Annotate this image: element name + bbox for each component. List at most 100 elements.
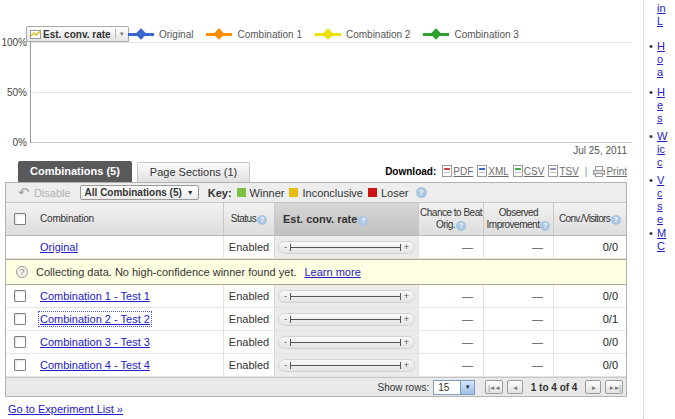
- conv-visitors-cell: 0/0: [553, 354, 626, 376]
- sidebar-link-fragment[interactable]: • H o a: [648, 40, 665, 79]
- est-conv-rate-cell: -+: [274, 236, 418, 258]
- help-icon[interactable]: ?: [416, 187, 427, 198]
- legend-marker: [206, 30, 232, 39]
- checkbox-cell: [6, 285, 34, 307]
- learn-more-link[interactable]: Learn more: [305, 266, 361, 278]
- legend-marker: [423, 30, 449, 39]
- y-axis-tick-0: 0%: [0, 137, 27, 148]
- download-print[interactable]: Print: [593, 166, 627, 177]
- header-conv-visitors: Conv./Visitors?: [553, 203, 626, 235]
- chance-cell: —: [418, 236, 483, 258]
- row-checkbox[interactable]: [14, 290, 26, 302]
- chart-icon: [30, 30, 41, 39]
- undo-icon[interactable]: ↶: [18, 187, 29, 199]
- disable-button[interactable]: Disable: [34, 187, 71, 199]
- pager-first-button[interactable]: |◄◄: [485, 380, 503, 394]
- show-rows-select[interactable]: 15 ▼: [433, 380, 475, 395]
- conv-rate-range-widget[interactable]: -+: [278, 241, 415, 254]
- print-icon: [593, 166, 605, 177]
- winner-swatch: [237, 188, 246, 197]
- observed-cell: —: [483, 236, 553, 258]
- sidebar-divider: [643, 0, 644, 419]
- legend-marker: [128, 30, 154, 39]
- combination-link[interactable]: Combination 3 - Test 3: [40, 336, 150, 348]
- combination-link[interactable]: Combination 4 - Test 4: [40, 359, 150, 371]
- help-icon[interactable]: ?: [456, 221, 466, 231]
- show-rows-label: Show rows:: [378, 382, 430, 393]
- sidebar-link-fragment[interactable]: • H e s: [648, 86, 665, 125]
- pdf-icon: [442, 165, 452, 177]
- pager-range-label: 1 to 4 of 4: [531, 382, 578, 393]
- legend-label: Combination 3: [454, 29, 518, 40]
- chevron-down-icon: ▼: [187, 189, 194, 196]
- key-loser: Loser: [368, 187, 409, 199]
- checkbox-cell: [6, 354, 34, 376]
- row-checkbox[interactable]: [14, 313, 26, 325]
- pager-next-button[interactable]: ►: [585, 380, 601, 394]
- download-label: Download:: [385, 166, 436, 177]
- combination-link[interactable]: Original: [40, 241, 78, 253]
- checkbox-cell: [6, 308, 34, 330]
- chance-cell: —: [418, 331, 483, 353]
- est-conv-rate-cell: -+: [274, 354, 418, 376]
- csv-icon: [513, 165, 523, 177]
- download-xml[interactable]: XML: [477, 165, 509, 177]
- est-conv-rate-cell: -+: [274, 331, 418, 353]
- header-observed-improvement: Observed Improvement?: [483, 203, 553, 235]
- gridline-100: [31, 42, 632, 43]
- row-checkbox[interactable]: [14, 336, 26, 348]
- conv-rate-range-widget[interactable]: -+: [278, 290, 415, 303]
- chart-metric-selector[interactable]: Est. conv. rate ▼: [26, 26, 129, 42]
- combination-name-cell: Original: [34, 236, 223, 258]
- table-row-combination-2: Combination 2 - Test 2 Enabled -+ — — 0/…: [6, 308, 626, 331]
- header-status: Status?: [223, 203, 274, 235]
- select-all-checkbox[interactable]: [14, 213, 26, 225]
- combination-link[interactable]: Combination 1 - Test 1: [40, 290, 150, 302]
- legend-label: Original: [159, 29, 193, 40]
- tab-combinations[interactable]: Combinations (5): [18, 161, 132, 182]
- legend-item-combination-3: Combination 3: [423, 29, 518, 40]
- download-pdf[interactable]: PDF: [442, 165, 473, 177]
- help-icon[interactable]: ?: [358, 216, 368, 226]
- checkbox-cell: [6, 331, 34, 353]
- help-icon[interactable]: ?: [257, 215, 267, 225]
- legend-item-combination-2: Combination 2: [315, 29, 410, 40]
- sidebar-link-fragment[interactable]: • M C: [648, 227, 666, 253]
- status-cell: Enabled: [223, 308, 274, 330]
- tab-page-sections[interactable]: Page Sections (1): [137, 162, 250, 182]
- combinations-filter-dropdown[interactable]: All Combinations (5) ▼: [80, 185, 199, 200]
- combination-name-cell: Combination 4 - Test 4: [34, 354, 223, 376]
- key-inconclusive: Inconclusive: [289, 187, 363, 199]
- status-cell: Enabled: [223, 354, 274, 376]
- go-to-experiment-list-link[interactable]: Go to Experiment List »: [8, 403, 123, 415]
- conv-rate-range-widget[interactable]: -+: [278, 336, 415, 349]
- combination-name-cell: Combination 1 - Test 1: [34, 285, 223, 307]
- page: Est. conv. rate ▼ Original Combination 1…: [0, 0, 675, 419]
- select-arrow-icon: ▼: [460, 381, 474, 394]
- tsv-icon: [548, 165, 558, 177]
- chart-legend: Original Combination 1 Combination 2 Com…: [128, 26, 519, 42]
- help-icon[interactable]: ?: [540, 221, 550, 231]
- sidebar-link-fragment[interactable]: • V c s e: [648, 174, 664, 226]
- pager-prev-button[interactable]: ◄: [507, 380, 523, 394]
- conv-visitors-cell: 0/1: [553, 308, 626, 330]
- table-row-combination-3: Combination 3 - Test 3 Enabled -+ — — 0/…: [6, 331, 626, 354]
- sidebar-link-fragment[interactable]: in L: [648, 2, 666, 28]
- collecting-data-notice: ? Collecting data. No high-confidence wi…: [6, 259, 626, 285]
- help-icon[interactable]: ?: [611, 215, 621, 225]
- conv-rate-range-widget[interactable]: -+: [278, 313, 415, 326]
- conv-rate-range-widget[interactable]: -+: [278, 359, 415, 372]
- combination-name-cell: Combination 2 - Test 2: [34, 308, 223, 330]
- observed-cell: —: [483, 308, 553, 330]
- sidebar-link-fragment[interactable]: • W ic c: [648, 130, 667, 169]
- pager-last-button[interactable]: ►►|: [605, 380, 623, 394]
- chevron-down-icon[interactable]: ▼: [115, 29, 125, 39]
- observed-cell: —: [483, 331, 553, 353]
- est-conv-rate-cell: -+: [274, 285, 418, 307]
- row-checkbox[interactable]: [14, 359, 26, 371]
- download-tsv[interactable]: TSV: [548, 165, 578, 177]
- notice-text: Collecting data. No high-confidence winn…: [36, 266, 297, 278]
- download-csv[interactable]: CSV: [513, 165, 545, 177]
- combination-link[interactable]: Combination 2 - Test 2: [40, 313, 150, 325]
- gridline-50: [31, 92, 632, 93]
